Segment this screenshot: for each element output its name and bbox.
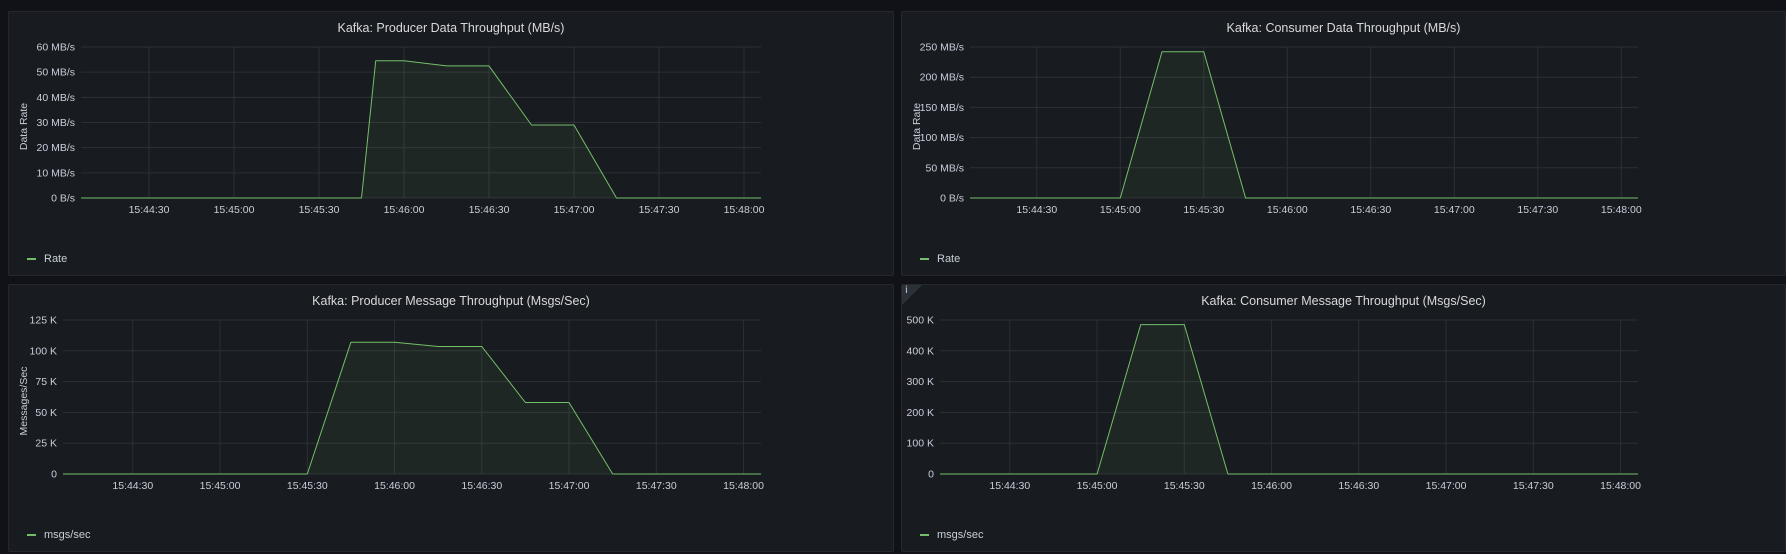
- x-tick-label: 15:47:00: [549, 480, 590, 492]
- x-tick-label: 15:46:30: [1338, 480, 1379, 492]
- y-axis-label: Data Rate: [911, 103, 923, 150]
- y-tick-label: 100 K: [907, 438, 934, 450]
- x-tick-label: 15:47:30: [1517, 204, 1558, 216]
- y-tick-label: 0 B/s: [51, 193, 75, 205]
- chart-consumer-messages: 0 100 K 200 K 300 K 400 K 500 K 15:44:30 15:45:…: [907, 315, 1642, 493]
- legend-label[interactable]: msgs/sec: [44, 529, 90, 541]
- panel-consumer-data-throughput[interactable]: Kafka: Consumer Data Throughput (MB/s) 0…: [901, 11, 1786, 276]
- legend-label[interactable]: msgs/sec: [937, 529, 983, 541]
- y-tick-label: 300 K: [907, 376, 934, 388]
- y-tick-label: 40 MB/s: [36, 92, 75, 104]
- x-tick-label: 15:45:30: [1164, 480, 1205, 492]
- y-tick-label: 500 K: [907, 315, 934, 327]
- chart-consumer-data: 0 B/s 50 MB/s 100 MB/s 150 MB/s 200 MB/s 250 …: [911, 42, 1642, 217]
- x-tick-label: 15:46:00: [374, 480, 415, 492]
- chart-producer-data: 0 B/s 10 MB/s 20 MB/s 30 MB/s 40 MB/s 50 MB/s…: [18, 42, 765, 217]
- x-tick-label: 15:44:30: [989, 480, 1030, 492]
- y-axis-label: Messages/Sec: [18, 367, 30, 436]
- y-tick-label: 50 MB/s: [925, 162, 964, 174]
- legend-swatch: [27, 534, 36, 536]
- x-tick-label: 15:46:30: [469, 204, 510, 216]
- y-tick-label: 100 MB/s: [920, 132, 964, 144]
- panel-producer-message-throughput[interactable]: Kafka: Producer Message Throughput (Msgs…: [8, 284, 894, 552]
- legend-swatch: [27, 258, 36, 260]
- y-tick-label: 60 MB/s: [36, 42, 75, 54]
- x-tick-label: 15:48:00: [724, 204, 765, 216]
- x-tick-label: 15:46:30: [461, 480, 502, 492]
- y-tick-label: 10 MB/s: [36, 167, 75, 179]
- y-tick-label: 25 K: [35, 438, 57, 450]
- legend[interactable]: msgs/sec: [920, 529, 983, 541]
- x-tick-label: 15:45:00: [1077, 480, 1118, 492]
- x-tick-label: 15:45:30: [1183, 204, 1224, 216]
- y-tick-label: 150 MB/s: [920, 102, 964, 114]
- x-tick-label: 15:47:30: [636, 480, 677, 492]
- y-tick-label: 0 B/s: [940, 193, 964, 205]
- legend-swatch: [920, 534, 929, 536]
- x-tick-label: 15:45:30: [299, 204, 340, 216]
- y-axis-label: Data Rate: [18, 103, 30, 150]
- panel-consumer-message-throughput[interactable]: i Kafka: Consumer Message Throughput (Ms…: [901, 284, 1786, 552]
- x-tick-label: 15:46:00: [1267, 204, 1308, 216]
- y-tick-label: 250 MB/s: [920, 42, 964, 54]
- y-tick-label: 0: [928, 469, 934, 481]
- x-tick-label: 15:44:30: [129, 204, 170, 216]
- y-tick-label: 100 K: [30, 345, 57, 357]
- legend[interactable]: msgs/sec: [27, 529, 90, 541]
- x-tick-label: 15:45:00: [200, 480, 241, 492]
- x-tick-label: 15:48:00: [1600, 480, 1641, 492]
- y-tick-label: 50 K: [35, 407, 57, 419]
- legend-swatch: [920, 258, 929, 260]
- y-tick-label: 200 K: [907, 407, 934, 419]
- y-tick-label: 125 K: [30, 315, 57, 327]
- x-tick-label: 15:44:30: [1016, 204, 1057, 216]
- x-tick-label: 15:47:00: [1426, 480, 1467, 492]
- x-tick-label: 15:47:30: [639, 204, 680, 216]
- x-tick-label: 15:44:30: [112, 480, 153, 492]
- y-tick-label: 50 MB/s: [36, 67, 75, 79]
- x-tick-label: 15:46:00: [1251, 480, 1292, 492]
- x-tick-label: 15:45:00: [1100, 204, 1141, 216]
- legend-label[interactable]: Rate: [44, 253, 67, 265]
- x-tick-label: 15:45:30: [287, 480, 328, 492]
- x-tick-label: 15:47:30: [1513, 480, 1554, 492]
- y-tick-label: 75 K: [35, 376, 57, 388]
- y-tick-label: 20 MB/s: [36, 142, 75, 154]
- y-tick-label: 200 MB/s: [920, 72, 964, 84]
- y-tick-label: 400 K: [907, 345, 934, 357]
- panel-producer-data-throughput[interactable]: Kafka: Producer Data Throughput (MB/s) 0…: [8, 11, 894, 276]
- y-tick-label: 30 MB/s: [36, 117, 75, 129]
- x-tick-label: 15:46:30: [1350, 204, 1391, 216]
- legend[interactable]: Rate: [27, 253, 67, 265]
- x-tick-label: 15:48:00: [1601, 204, 1642, 216]
- x-tick-label: 15:48:00: [723, 480, 764, 492]
- legend[interactable]: Rate: [920, 253, 960, 265]
- x-tick-label: 15:46:00: [384, 204, 425, 216]
- x-tick-label: 15:47:00: [554, 204, 595, 216]
- y-tick-label: 0: [51, 469, 57, 481]
- chart-producer-messages: 0 25 K 50 K 75 K 100 K 125 K 15:44:30 15:45:00 1…: [18, 315, 764, 493]
- x-tick-label: 15:47:00: [1434, 204, 1475, 216]
- x-tick-label: 15:45:00: [214, 204, 255, 216]
- legend-label[interactable]: Rate: [937, 253, 960, 265]
